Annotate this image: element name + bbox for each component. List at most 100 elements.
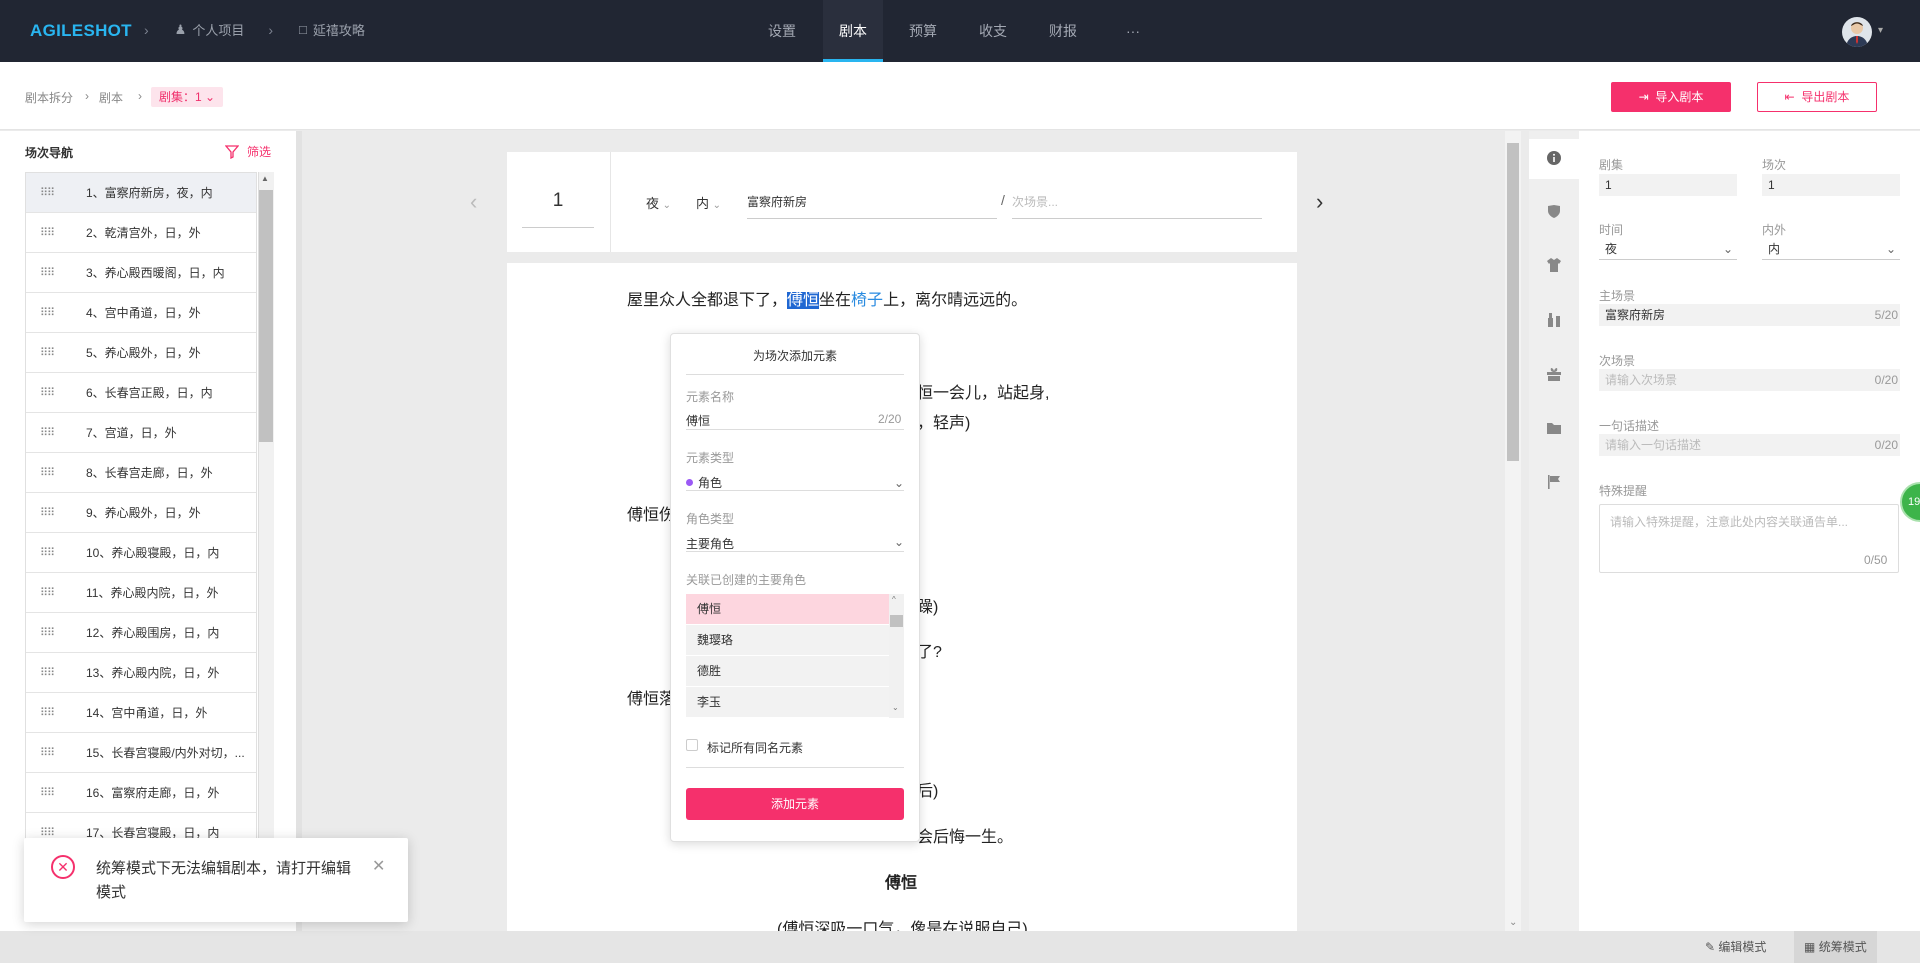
script-line: 傅恒伤: [627, 507, 676, 524]
mark-all-checkbox[interactable]: [686, 739, 698, 751]
main-location-field[interactable]: 富察府新房 5/20: [1599, 304, 1900, 326]
drag-handle-icon[interactable]: ⠿⠿: [40, 666, 56, 679]
scene-item[interactable]: ⠿⠿ 8、长春宫走廊，日，外: [26, 453, 256, 493]
next-scene-icon[interactable]: ›: [1316, 189, 1323, 215]
scene-item[interactable]: ⠿⠿ 5、养心殿外，日，外: [26, 333, 256, 373]
caret-down-icon[interactable]: ▾: [1878, 25, 1883, 36]
scene-item[interactable]: ⠿⠿ 13、养心殿内院，日，外: [26, 653, 256, 693]
prev-scene-icon[interactable]: ‹: [470, 189, 477, 215]
scene-item[interactable]: ⠿⠿ 10、养心殿寝殿，日，内: [26, 533, 256, 573]
option-list-scrollbar[interactable]: [889, 594, 904, 718]
element-name-input[interactable]: 傅恒: [686, 412, 710, 429]
role-type-select[interactable]: 主要角色 ⌄: [686, 535, 904, 552]
tab-settings[interactable]: 设置: [747, 0, 817, 62]
scene-item[interactable]: ⠿⠿ 16、富察府走廊，日，外: [26, 773, 256, 813]
script-line: 后): [917, 783, 939, 800]
folder-icon[interactable]: [1544, 420, 1564, 440]
drag-handle-icon[interactable]: ⠿⠿: [40, 706, 56, 719]
scroll-up-icon[interactable]: ▲: [261, 174, 269, 183]
main-location-count: 5/20: [1874, 308, 1898, 322]
description-field[interactable]: 请输入一句话描述 0/20: [1599, 434, 1900, 456]
app-logo[interactable]: AGILESHOT: [30, 21, 132, 41]
drag-handle-icon[interactable]: ⠿⠿: [40, 426, 56, 439]
element-type-select[interactable]: 角色 ⌄: [686, 474, 904, 491]
tab-more[interactable]: ···: [1098, 0, 1168, 62]
scroll-down-icon[interactable]: ⌄: [892, 703, 899, 712]
inout-dropdown[interactable]: 内 ⌄: [1762, 238, 1900, 260]
drag-handle-icon[interactable]: ⠿⠿: [40, 186, 56, 199]
scroll-down-icon[interactable]: ⌄: [1509, 917, 1517, 928]
breadcrumb-script-breakdown[interactable]: 剧本拆分: [25, 89, 73, 106]
script-line: ，轻声): [917, 415, 971, 432]
drag-handle-icon[interactable]: ⠿⠿: [40, 386, 56, 399]
scene-label: 14、宫中甬道，日，外: [86, 706, 208, 720]
info-icon[interactable]: [1544, 150, 1564, 170]
episode-selector[interactable]: 剧集：1 ⌄: [151, 87, 224, 107]
sub-location-field[interactable]: 请输入次场景 0/20: [1599, 369, 1900, 391]
tab-income-expense[interactable]: 收支: [958, 0, 1028, 62]
role-option[interactable]: 傅恒: [686, 594, 889, 625]
scene-item[interactable]: ⠿⠿ 12、养心殿围房，日，内: [26, 613, 256, 653]
crumb-project[interactable]: 延禧攻略: [313, 20, 365, 39]
scene-item[interactable]: ⠿⠿ 3、养心殿西暖阁，日，内: [26, 253, 256, 293]
breadcrumb-script[interactable]: 剧本: [99, 89, 123, 106]
filter-button[interactable]: 筛选: [225, 143, 271, 160]
scene-item[interactable]: ⠿⠿ 15、长春宫寝殿/内外对切，...: [26, 733, 256, 773]
scroll-up-icon[interactable]: ^: [892, 595, 896, 604]
mask-icon[interactable]: [1544, 203, 1564, 223]
role-option[interactable]: 德胜: [686, 656, 889, 687]
tab-financial-report[interactable]: 财报: [1028, 0, 1098, 62]
drag-handle-icon[interactable]: ⠿⠿: [40, 346, 56, 359]
scene-number-underline: [522, 227, 594, 228]
drag-handle-icon[interactable]: ⠿⠿: [40, 266, 56, 279]
drag-handle-icon[interactable]: ⠿⠿: [40, 786, 56, 799]
drag-handle-icon[interactable]: ⠿⠿: [40, 226, 56, 239]
remark-label: 特殊提醒: [1599, 484, 1648, 498]
main-location-input[interactable]: 富察府新房: [747, 193, 997, 219]
role-option[interactable]: 李玉: [686, 687, 889, 718]
scene-number-input[interactable]: 1: [522, 190, 594, 212]
tab-script[interactable]: 剧本: [823, 0, 883, 62]
drag-handle-icon[interactable]: ⠿⠿: [40, 306, 56, 319]
tagged-element[interactable]: 椅子: [851, 292, 883, 309]
tab-budget[interactable]: 预算: [888, 0, 958, 62]
inout-select[interactable]: 内 ⌄: [696, 193, 721, 212]
role-option[interactable]: 魏璎珞: [686, 625, 889, 656]
scene-item[interactable]: ⠿⠿ 14、宫中甬道，日，外: [26, 693, 256, 733]
props-icon[interactable]: [1544, 366, 1564, 386]
edit-mode-button[interactable]: ✎ 编辑模式: [1695, 931, 1776, 963]
episode-input[interactable]: 1: [1599, 174, 1737, 196]
scene-list-scroll-thumb[interactable]: [259, 190, 273, 442]
scene-item[interactable]: ⠿⠿ 4、宫中甬道，日，外: [26, 293, 256, 333]
drag-handle-icon[interactable]: ⠿⠿: [40, 746, 56, 759]
scene-item[interactable]: ⠿⠿ 11、养心殿内院，日，外: [26, 573, 256, 613]
time-dropdown[interactable]: 夜 ⌄: [1599, 238, 1737, 260]
export-script-button[interactable]: ⇤ 导出剧本: [1757, 82, 1877, 112]
panel-divider[interactable]: [296, 131, 302, 931]
scene-item[interactable]: ⠿⠿ 7、宫道，日，外: [26, 413, 256, 453]
scene-input[interactable]: 1: [1762, 174, 1900, 196]
scene-item[interactable]: ⠿⠿ 2、乾清宫外，日，外: [26, 213, 256, 253]
add-element-button[interactable]: 添加元素: [686, 788, 904, 820]
sub-location-input[interactable]: 次场景...: [1012, 193, 1262, 219]
user-avatar[interactable]: [1842, 17, 1872, 47]
selected-text[interactable]: 傅恒: [787, 292, 820, 309]
drag-handle-icon[interactable]: ⠿⠿: [40, 466, 56, 479]
import-script-button[interactable]: ⇥ 导入剧本: [1611, 82, 1731, 112]
plan-mode-button[interactable]: ▦ 统筹模式: [1794, 931, 1877, 963]
option-list-scroll-thumb[interactable]: [890, 615, 903, 627]
makeup-icon[interactable]: [1544, 312, 1564, 332]
drag-handle-icon[interactable]: ⠿⠿: [40, 546, 56, 559]
crumb-personal-projects[interactable]: 个人项目: [192, 20, 244, 39]
drag-handle-icon[interactable]: ⠿⠿: [40, 506, 56, 519]
scene-item[interactable]: ⠿⠿ 6、长春宫正殿，日，内: [26, 373, 256, 413]
drag-handle-icon[interactable]: ⠿⠿: [40, 626, 56, 639]
scene-item[interactable]: ⠿⠿ 1、富察府新房，夜，内: [26, 173, 256, 213]
editor-scroll-thumb[interactable]: [1507, 143, 1519, 461]
costume-icon[interactable]: [1544, 257, 1564, 277]
scene-item[interactable]: ⠿⠿ 9、养心殿外，日，外: [26, 493, 256, 533]
time-select[interactable]: 夜 ⌄: [646, 193, 671, 212]
drag-handle-icon[interactable]: ⠿⠿: [40, 586, 56, 599]
flag-icon[interactable]: [1544, 474, 1564, 494]
close-icon[interactable]: ✕: [372, 856, 385, 876]
